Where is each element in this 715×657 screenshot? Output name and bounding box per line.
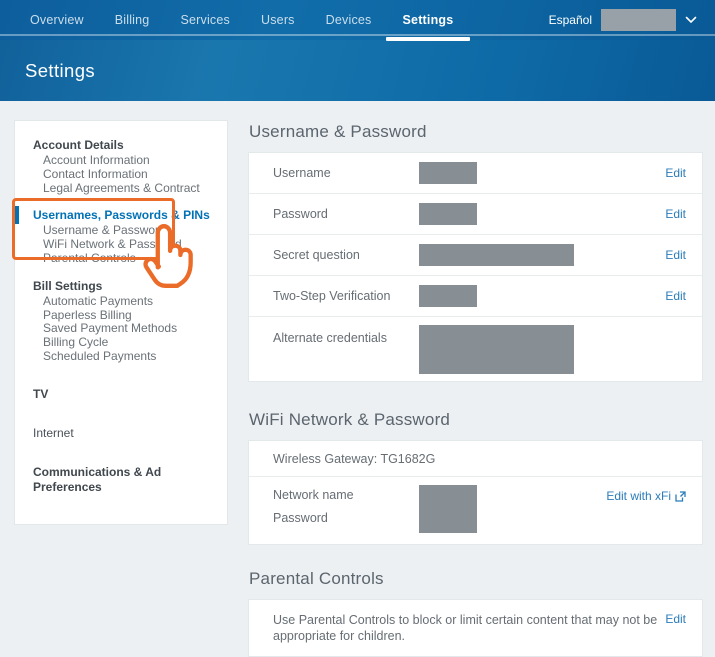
- sidebar-item-saved-payment-methods[interactable]: Saved Payment Methods: [15, 322, 227, 336]
- password-label: Password: [273, 207, 328, 221]
- external-link-icon: [675, 491, 686, 502]
- alternate-credentials-label: Alternate credentials: [273, 331, 387, 345]
- sidebar-item-automatic-payments[interactable]: Automatic Payments: [15, 295, 227, 309]
- username-label: Username: [273, 166, 331, 180]
- nav-item-devices[interactable]: Devices: [326, 13, 372, 27]
- sidebar-item-account-information[interactable]: Account Information: [15, 154, 227, 168]
- alternate-credentials-row: Alternate credentials: [249, 317, 702, 381]
- sidebar-item-billing-cycle[interactable]: Billing Cycle: [15, 336, 227, 350]
- nav-item-services[interactable]: Services: [180, 13, 230, 27]
- edit-with-xfi-label: Edit with xFi: [606, 489, 671, 503]
- wifi-card: Wireless Gateway: TG1682G Network name P…: [248, 440, 703, 545]
- nav-divider: [0, 34, 715, 36]
- page-header: Settings: [0, 40, 715, 101]
- sidebar-group-usernames-passwords: Usernames, Passwords & PINs Username & P…: [15, 207, 227, 265]
- password-value-redacted: [419, 203, 477, 225]
- content-area: Account Details Account Information Cont…: [0, 101, 715, 653]
- sidebar-item-scheduled-payments[interactable]: Scheduled Payments: [15, 350, 227, 364]
- settings-sidebar: Account Details Account Information Cont…: [14, 120, 228, 525]
- edit-parental-controls-button[interactable]: Edit: [665, 612, 686, 644]
- page-title: Settings: [25, 60, 95, 82]
- wireless-gateway-label: Wireless Gateway: TG1682G: [273, 452, 435, 466]
- username-value-redacted: [419, 162, 477, 184]
- language-toggle[interactable]: Español: [549, 13, 592, 27]
- two-step-verification-label: Two-Step Verification: [273, 289, 390, 303]
- sidebar-item-communications-ad-preferences[interactable]: Communications & Ad Preferences: [15, 464, 227, 496]
- edit-password-button[interactable]: Edit: [665, 207, 686, 221]
- settings-main: Username & Password Username Edit Passwo…: [248, 120, 703, 657]
- password-row: Password Edit: [249, 194, 702, 235]
- edit-secret-question-button[interactable]: Edit: [665, 248, 686, 262]
- wifi-credentials-redacted: [419, 485, 477, 533]
- nav-item-billing[interactable]: Billing: [115, 13, 150, 27]
- top-nav-bar: Overview Billing Services Users Devices …: [0, 0, 715, 40]
- sidebar-item-parental-controls[interactable]: Parental Controls: [15, 252, 227, 266]
- account-name-redacted: [601, 9, 676, 31]
- sidebar-item-account-details[interactable]: Account Details: [15, 137, 227, 154]
- parental-controls-description: Use Parental Controls to block or limit …: [273, 612, 665, 644]
- wifi-password-label: Password: [273, 512, 686, 525]
- sidebar-group-communications: Communications & Ad Preferences: [15, 464, 227, 496]
- secret-question-value-redacted: [419, 244, 574, 266]
- edit-with-xfi-link[interactable]: Edit with xFi: [606, 489, 686, 503]
- edit-username-button[interactable]: Edit: [665, 166, 686, 180]
- edit-two-step-button[interactable]: Edit: [665, 289, 686, 303]
- username-password-card: Username Edit Password Edit Secret quest…: [248, 152, 703, 382]
- sidebar-item-internet[interactable]: Internet: [15, 425, 227, 442]
- sidebar-group-account-details: Account Details Account Information Cont…: [15, 137, 227, 195]
- sidebar-item-legal-agreements[interactable]: Legal Agreements & Contract: [15, 182, 227, 196]
- sidebar-item-wifi-network-password[interactable]: WiFi Network & Password: [15, 238, 227, 252]
- alternate-credentials-value-redacted: [419, 325, 574, 374]
- wifi-section-title: WiFi Network & Password: [249, 410, 703, 430]
- username-password-section-title: Username & Password: [249, 122, 703, 142]
- sidebar-item-bill-settings[interactable]: Bill Settings: [15, 278, 227, 295]
- sidebar-item-paperless-billing[interactable]: Paperless Billing: [15, 309, 227, 323]
- sidebar-group-bill-settings: Bill Settings Automatic Payments Paperle…: [15, 278, 227, 364]
- sidebar-item-contact-information[interactable]: Contact Information: [15, 168, 227, 182]
- nav-right-controls: Español: [549, 3, 697, 37]
- sidebar-group-tv: TV: [15, 386, 227, 403]
- parental-controls-card: Use Parental Controls to block or limit …: [248, 599, 703, 657]
- nav-item-overview[interactable]: Overview: [30, 13, 84, 27]
- nav-item-settings[interactable]: Settings: [403, 13, 454, 27]
- sidebar-item-tv[interactable]: TV: [15, 386, 227, 403]
- sidebar-item-username-password[interactable]: Username & Password: [15, 224, 227, 238]
- sidebar-item-usernames-passwords-pins[interactable]: Usernames, Passwords & PINs: [15, 207, 227, 224]
- two-step-verification-row: Two-Step Verification Edit: [249, 276, 702, 317]
- wifi-credentials-row: Network name Password Edit with xFi: [249, 477, 702, 544]
- secret-question-label: Secret question: [273, 248, 360, 262]
- username-row: Username Edit: [249, 153, 702, 194]
- nav-item-users[interactable]: Users: [261, 13, 295, 27]
- chevron-down-icon[interactable]: [685, 16, 697, 24]
- sidebar-group-internet: Internet: [15, 425, 227, 442]
- secret-question-row: Secret question Edit: [249, 235, 702, 276]
- primary-nav: Overview Billing Services Users Devices …: [0, 3, 453, 37]
- wireless-gateway-row: Wireless Gateway: TG1682G: [249, 441, 702, 477]
- two-step-value-redacted: [419, 285, 477, 307]
- parental-section-title: Parental Controls: [249, 569, 703, 589]
